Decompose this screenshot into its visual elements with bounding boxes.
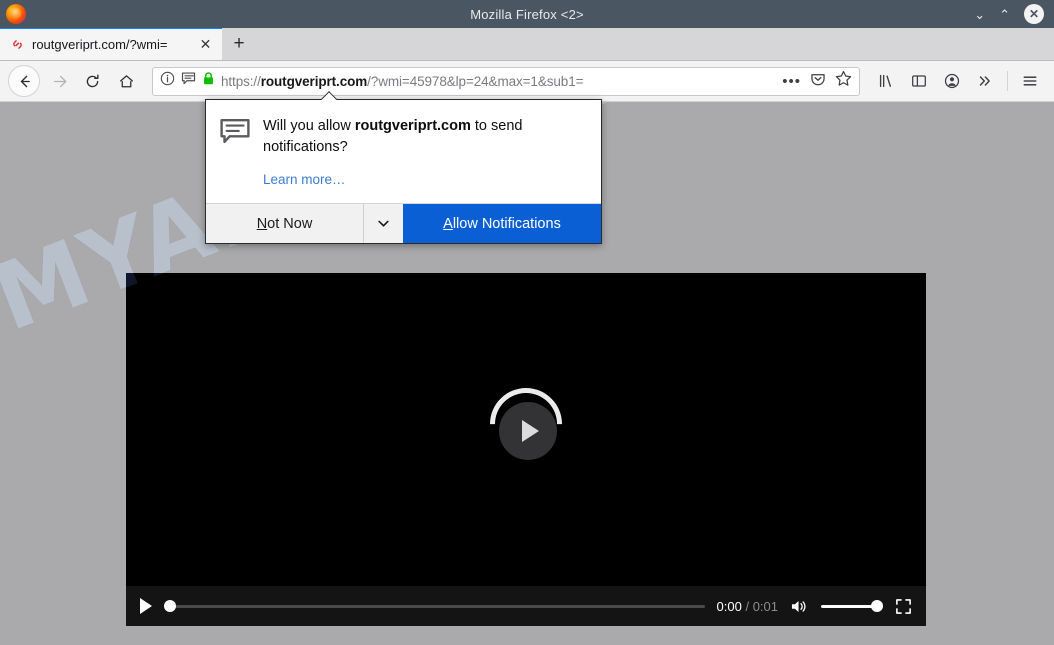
tab-strip: routgveriprt.com/?wmi= ✕ + bbox=[0, 27, 1054, 61]
home-button[interactable] bbox=[110, 65, 142, 97]
close-button[interactable]: ✕ bbox=[1024, 4, 1044, 24]
notification-speech-bubble-icon[interactable] bbox=[181, 71, 196, 91]
doorhanger-text: Will you allow routgveriprt.com to send … bbox=[263, 116, 583, 189]
toolbar-right-icons bbox=[870, 65, 1046, 97]
notification-speech-bubble-icon bbox=[220, 116, 250, 189]
identity-box[interactable] bbox=[160, 71, 215, 91]
duration: 0:01 bbox=[752, 598, 778, 614]
permission-question: Will you allow routgveriprt.com to send … bbox=[263, 116, 583, 158]
url-scheme: https:// bbox=[221, 73, 261, 89]
account-icon[interactable] bbox=[936, 65, 968, 97]
forward-button[interactable] bbox=[42, 65, 74, 97]
not-now-accesskey: N bbox=[256, 215, 268, 232]
notification-permission-doorhanger: Will you allow routgveriprt.com to send … bbox=[205, 99, 602, 245]
video-loading-play-overlay[interactable] bbox=[475, 372, 577, 475]
play-icon[interactable] bbox=[499, 401, 557, 460]
doorhanger-footer: Not Now Allow Notifications bbox=[206, 203, 601, 244]
progress-slider[interactable] bbox=[164, 598, 705, 614]
volume-slider[interactable] bbox=[821, 599, 883, 613]
navigation-toolbar: https://routgveriprt.com/?wmi=45978&lp=2… bbox=[0, 61, 1054, 102]
progress-track bbox=[164, 604, 705, 608]
time-display: 0:00 / 0:01 bbox=[717, 599, 779, 614]
doorhanger-body: Will you allow routgveriprt.com to send … bbox=[206, 100, 601, 203]
browser-tab-active[interactable]: routgveriprt.com/?wmi= ✕ bbox=[0, 27, 222, 60]
allow-notifications-button[interactable]: Allow Notifications bbox=[403, 204, 601, 244]
play-icon[interactable] bbox=[140, 598, 152, 614]
page-actions-icon[interactable]: ••• bbox=[782, 74, 801, 89]
doorhanger-arrow bbox=[321, 91, 337, 100]
library-icon[interactable] bbox=[870, 65, 902, 97]
maximize-button[interactable]: ⌃ bbox=[999, 8, 1010, 21]
info-icon[interactable] bbox=[160, 71, 175, 91]
not-now-label-rest: ot Now bbox=[267, 215, 313, 232]
url-bar[interactable]: https://routgveriprt.com/?wmi=45978&lp=2… bbox=[152, 66, 860, 96]
progress-knob[interactable] bbox=[164, 600, 176, 612]
window-title: Mozilla Firefox <2> bbox=[470, 6, 584, 22]
video-player[interactable]: MYANTISPYWARE.COM 0:00 / 0:01 bbox=[126, 273, 926, 626]
padlock-icon[interactable] bbox=[202, 71, 215, 91]
fullscreen-icon[interactable] bbox=[895, 598, 912, 615]
video-controls-bar: 0:00 / 0:01 bbox=[126, 586, 926, 626]
url-text[interactable]: https://routgveriprt.com/?wmi=45978&lp=2… bbox=[221, 74, 776, 89]
chevron-down-icon[interactable] bbox=[363, 204, 403, 244]
volume-icon[interactable] bbox=[790, 598, 809, 615]
learn-more-link[interactable]: Learn more… bbox=[263, 172, 346, 187]
window-titlebar: Mozilla Firefox <2> ⌄ ⌃ ✕ bbox=[0, 0, 1054, 28]
time-separator: / bbox=[745, 598, 750, 614]
allow-accesskey: A bbox=[443, 215, 453, 232]
back-button[interactable] bbox=[8, 65, 40, 97]
tab-title: routgveriprt.com/?wmi= bbox=[32, 37, 168, 52]
broken-link-icon bbox=[10, 37, 25, 52]
url-path: /?wmi=45978&lp=24&max=1&sub1= bbox=[367, 73, 584, 89]
pocket-icon[interactable] bbox=[810, 71, 826, 92]
minimize-button[interactable]: ⌄ bbox=[974, 8, 985, 21]
allow-label-rest: llow Notifications bbox=[452, 215, 561, 232]
hamburger-menu-icon[interactable] bbox=[1014, 65, 1046, 97]
reload-button[interactable] bbox=[76, 65, 108, 97]
volume-knob[interactable] bbox=[871, 600, 883, 612]
overflow-chevrons-icon[interactable] bbox=[969, 65, 1001, 97]
video-stage[interactable] bbox=[126, 273, 926, 586]
sidebar-icon[interactable] bbox=[903, 65, 935, 97]
new-tab-button[interactable]: + bbox=[222, 27, 256, 60]
question-prefix: Will you allow bbox=[263, 118, 355, 134]
url-action-buttons: ••• bbox=[782, 70, 852, 92]
firefox-logo-icon bbox=[6, 4, 26, 24]
url-host: routgveriprt.com bbox=[260, 73, 368, 89]
question-host: routgveriprt.com bbox=[354, 118, 471, 134]
bookmark-star-icon[interactable] bbox=[835, 70, 852, 92]
toolbar-separator bbox=[1007, 71, 1008, 91]
current-time: 0:00 bbox=[716, 598, 742, 614]
not-now-button[interactable]: Not Now bbox=[206, 204, 363, 244]
tab-close-button[interactable]: ✕ bbox=[197, 36, 214, 53]
window-controls: ⌄ ⌃ ✕ bbox=[974, 4, 1054, 24]
